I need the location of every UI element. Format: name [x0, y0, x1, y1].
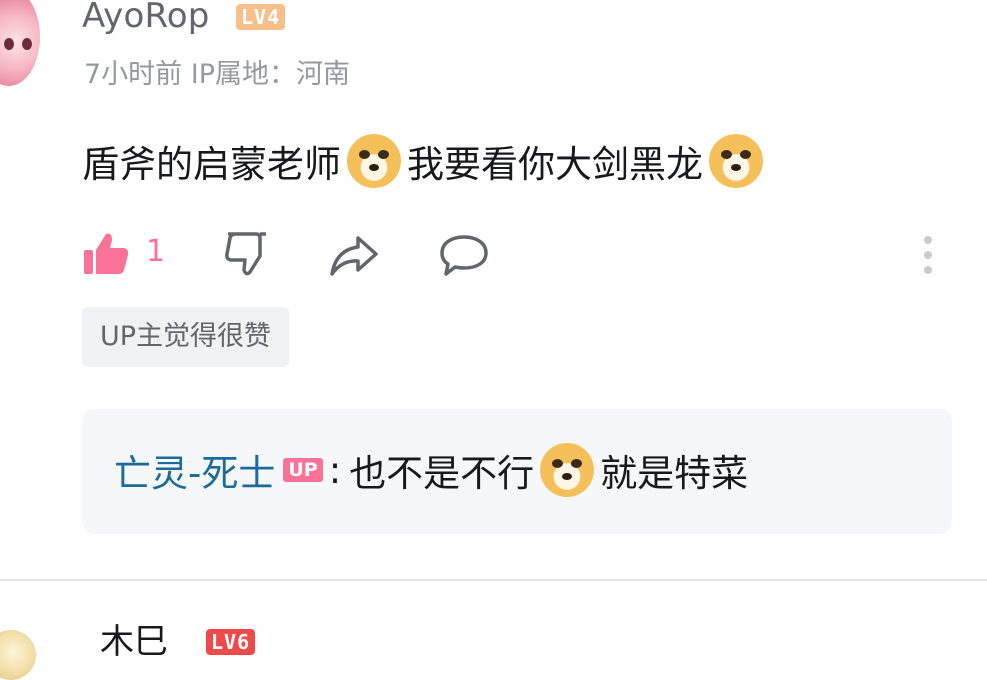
reply-text: 就是特菜 — [600, 452, 749, 495]
up-liked-badge: UP主觉得很赞 — [82, 307, 290, 367]
comment-username[interactable]: AyoRop — [82, 0, 210, 36]
up-tag: UP — [283, 458, 323, 482]
share-button[interactable] — [328, 232, 380, 282]
thumbs-up-icon — [84, 233, 129, 274]
reply-preview[interactable]: 亡灵-死士 UP : 也不是不行 就是特菜 — [82, 409, 952, 534]
reply-button[interactable] — [438, 232, 490, 282]
comment-meta: 7小时前 IP属地：河南 — [84, 59, 351, 90]
reply-line: 亡灵-死士 UP : 也不是不行 就是特菜 — [114, 443, 748, 497]
reply-text: 也不是不行 — [349, 452, 535, 495]
more-options-button[interactable] — [916, 232, 940, 278]
avatar[interactable] — [0, 630, 36, 680]
comment-text: 盾斧的启蒙老师 — [82, 143, 341, 186]
comment-text: 我要看你大剑黑龙 — [407, 143, 703, 186]
like-count: 1 — [146, 234, 166, 269]
comment-action-bar: 1 — [82, 226, 962, 282]
reply-username[interactable]: 亡灵-死士 — [114, 443, 275, 497]
comment-bubble-icon — [440, 235, 488, 276]
divider — [0, 579, 987, 581]
level-badge: LV6 — [206, 629, 256, 655]
reply-separator: : — [328, 448, 342, 492]
like-button[interactable] — [82, 230, 130, 282]
doge-emoji — [540, 443, 595, 497]
thumbs-down-icon — [225, 232, 266, 276]
share-icon — [330, 236, 378, 276]
doge-emoji — [709, 134, 763, 188]
doge-emoji — [347, 134, 401, 188]
level-badge: LV4 — [236, 4, 286, 30]
dislike-button[interactable] — [222, 230, 270, 282]
avatar[interactable] — [0, 0, 40, 86]
comment-content: 盾斧的启蒙老师 我要看你大剑黑龙 — [82, 134, 769, 188]
